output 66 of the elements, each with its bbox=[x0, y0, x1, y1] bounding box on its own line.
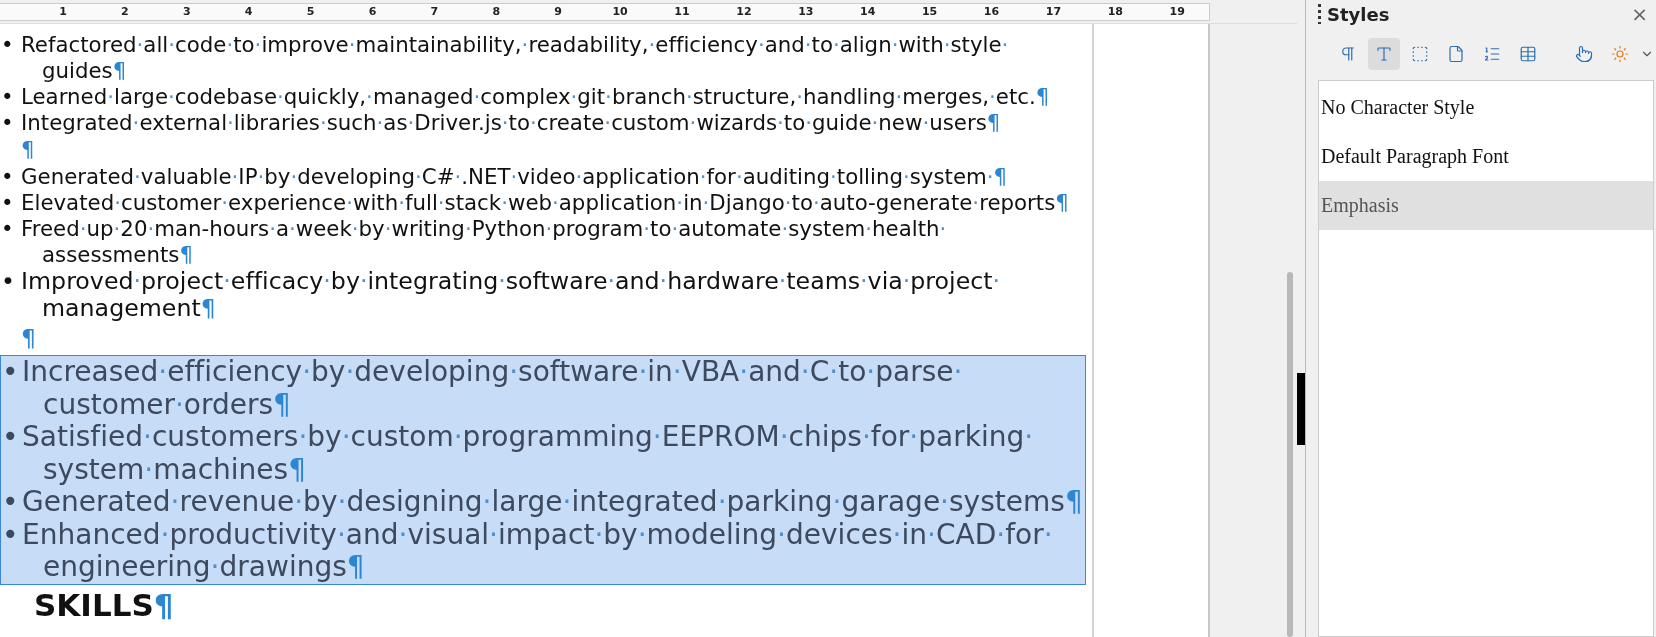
text-line: Satisfied·customers·by·custom·programming·EEPROM·chips·for·parking· bbox=[22, 421, 1034, 454]
sidebar-collapse-handle[interactable] bbox=[1297, 373, 1305, 445]
text-line: engineering·drawings¶ bbox=[43, 551, 365, 584]
ruler-number: 5 bbox=[306, 4, 315, 20]
list-icon bbox=[1483, 45, 1501, 63]
text-line: Learned·large·codebase·quickly,·managed·complex·git·branch·structure,·handling·merges,·etc.¶ bbox=[21, 84, 1050, 110]
ruler-number: 9 bbox=[554, 4, 562, 20]
page-icon bbox=[1447, 45, 1465, 63]
text-line: Elevated·customer·experience·with·full·stack·web·application·in·Django·to·auto-generate·reports¶ bbox=[21, 190, 1069, 216]
ruler-number: 10 bbox=[612, 4, 628, 20]
style-item[interactable]: No Character Style bbox=[1319, 83, 1653, 132]
text-line: Increased·efficiency·by·developing·software·in·VBA·and·C·to·parse· bbox=[22, 356, 963, 389]
bullet: • bbox=[0, 190, 15, 216]
character-styles-button[interactable] bbox=[1368, 38, 1400, 70]
ruler-number: 2 bbox=[121, 4, 129, 20]
bullet: • bbox=[1, 518, 20, 551]
text-line: system·machines¶ bbox=[43, 453, 306, 486]
ruler-number: 6 bbox=[368, 4, 377, 20]
text-line: assessments¶ bbox=[42, 242, 193, 268]
text-line: Refactored·all·code·to·improve·maintainability,·readability,·efficiency·and·to·align·with·style· bbox=[21, 32, 1009, 58]
paragraph-mark: ¶ bbox=[21, 136, 35, 164]
ruler-number: 15 bbox=[921, 4, 938, 20]
bullet: • bbox=[1, 421, 20, 454]
text-line: management¶ bbox=[42, 295, 216, 322]
style-item[interactable]: Emphasis bbox=[1319, 181, 1653, 230]
text-line: customer·orders¶ bbox=[43, 388, 291, 421]
bullet: • bbox=[0, 110, 15, 136]
grip-icon[interactable] bbox=[1318, 4, 1321, 24]
ruler-number: 8 bbox=[492, 4, 501, 20]
scrollbar-thumb[interactable] bbox=[1287, 272, 1293, 637]
sidebar-title: Styles bbox=[1327, 3, 1391, 25]
text-line: Generated·revenue·by·designing·large·integrated·parking·garage·systems¶ bbox=[22, 486, 1083, 519]
ruler-number: 3 bbox=[182, 4, 191, 20]
ruler-number: 19 bbox=[1169, 4, 1185, 20]
bullet: • bbox=[0, 268, 16, 295]
paragraph-mark: ¶ bbox=[21, 323, 37, 354]
text-line: Freed·up·20·man-hours·a·week·by·writing·Python·program·to·automate·system·health· bbox=[21, 216, 947, 242]
letter-icon bbox=[1375, 45, 1393, 63]
ruler-number: 4 bbox=[244, 4, 253, 20]
text-line: Improved·project·efficacy·by·integrating·software·and·hardware·teams·via·project· bbox=[21, 268, 1001, 295]
close-button[interactable]: × bbox=[1625, 2, 1654, 26]
ruler-number: 1 bbox=[59, 4, 67, 20]
text-line: Enhanced·productivity·and·visual·impact·by·modeling·devices·in·CAD·for· bbox=[22, 518, 1053, 551]
style-item[interactable]: Default Paragraph Font bbox=[1319, 132, 1653, 181]
dashed-frame-icon bbox=[1411, 45, 1429, 63]
ruler-number: 13 bbox=[798, 4, 814, 20]
ruler-number: 17 bbox=[1045, 4, 1062, 20]
table-icon bbox=[1519, 45, 1537, 63]
section-heading: SKILLS¶ bbox=[33, 585, 175, 625]
bullet: • bbox=[0, 216, 15, 242]
text-line: Integrated·external·libraries·such·as·Driver.js·to·create·custom·wizards·to·guide·new·users¶ bbox=[21, 110, 1001, 136]
pilcrow-icon bbox=[1339, 45, 1357, 63]
text-line: Generated·valuable·IP·by·developing·C#·.NET·video·application·for·auditing·tolling·system·¶ bbox=[21, 164, 1008, 190]
bullet: • bbox=[0, 84, 15, 110]
bullet: • bbox=[0, 32, 15, 58]
ruler-number: 12 bbox=[736, 4, 752, 20]
ruler-number: 7 bbox=[430, 4, 439, 20]
bullet: • bbox=[0, 164, 15, 190]
ruler-number: 14 bbox=[860, 4, 876, 20]
ruler-number: 11 bbox=[674, 4, 690, 20]
ruler-number: 16 bbox=[983, 4, 1000, 20]
text-line: guides¶ bbox=[42, 58, 127, 84]
hand-pointer-icon bbox=[1575, 45, 1593, 63]
bullet: • bbox=[1, 356, 20, 389]
bullet: • bbox=[1, 486, 20, 519]
ruler-number: 18 bbox=[1107, 4, 1123, 20]
